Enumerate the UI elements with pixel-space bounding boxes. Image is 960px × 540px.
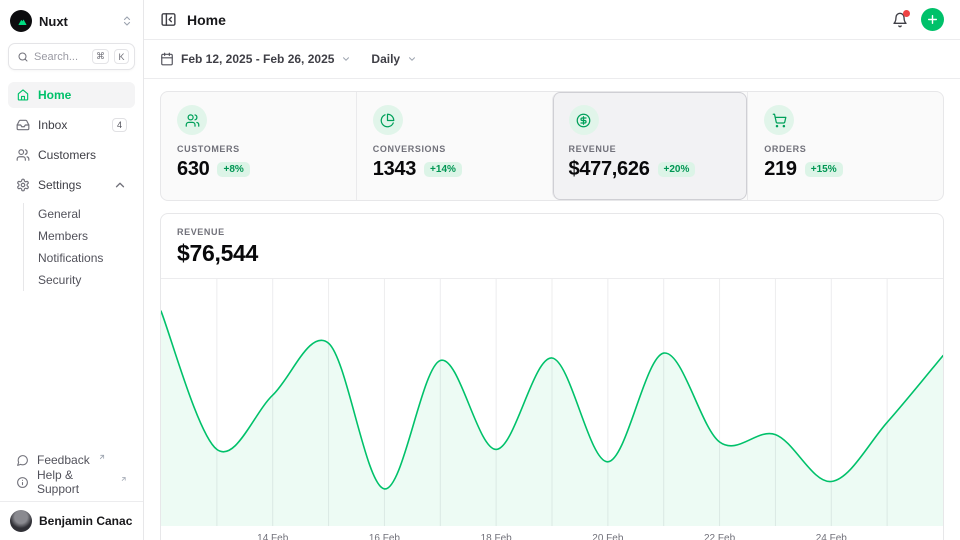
stat-value: 219: [764, 158, 796, 181]
workspace-switcher[interactable]: Nuxt: [0, 0, 143, 41]
chevron-down-icon: [341, 54, 351, 64]
inbox-count-badge: 4: [112, 118, 127, 133]
revenue-chart-panel: REVENUE $76,544 14 Feb 16 Feb 18 Feb 20 Feb…: [160, 213, 944, 540]
sidebar-item-label: Inbox: [38, 118, 67, 132]
x-tick-label: 18 Feb: [481, 533, 512, 540]
chevrons-up-down-icon: [121, 15, 133, 27]
sidebar-nav: Home Inbox 4 Customers Settings General …: [0, 82, 143, 292]
delta-badge: +8%: [217, 162, 249, 177]
info-circle-icon: [16, 476, 29, 489]
stat-value: $477,626: [569, 158, 650, 181]
gear-icon: [16, 178, 30, 192]
sidebar-item-settings[interactable]: Settings: [8, 172, 135, 198]
cart-icon: [764, 105, 794, 135]
dollar-circle-icon: [569, 105, 599, 135]
feedback-label: Feedback: [37, 453, 90, 467]
revenue-area-chart: [161, 279, 943, 526]
feedback-bubble-icon: [16, 454, 29, 467]
stat-card-customers[interactable]: CUSTOMERS 630 +8%: [161, 92, 356, 200]
stat-card-revenue[interactable]: REVENUE $477,626 +20%: [552, 92, 748, 200]
add-button[interactable]: [921, 8, 944, 31]
home-icon: [16, 88, 30, 102]
period-value: Daily: [371, 52, 400, 66]
workspace-name: Nuxt: [39, 14, 114, 29]
help-support-link[interactable]: Help & Support: [8, 471, 135, 493]
chart-x-axis: 14 Feb 16 Feb 18 Feb 20 Feb 22 Feb 24 Feb: [161, 526, 943, 540]
stat-card-conversions[interactable]: CONVERSIONS 1343 +14%: [356, 92, 552, 200]
chart-plot-area[interactable]: [161, 279, 943, 526]
sidebar-item-label: Home: [38, 88, 71, 102]
x-tick-label: 14 Feb: [257, 533, 288, 540]
chevron-down-icon: [407, 54, 417, 64]
date-range-value: Feb 12, 2025 - Feb 26, 2025: [181, 52, 334, 66]
user-avatar: [10, 510, 32, 532]
collapse-sidebar-button[interactable]: [160, 11, 177, 28]
sidebar-item-general[interactable]: General: [38, 203, 135, 225]
help-support-label: Help & Support: [37, 468, 112, 496]
sidebar-item-home[interactable]: Home: [8, 82, 135, 108]
nuxt-logo-icon: [10, 10, 32, 32]
delta-badge: +15%: [805, 162, 843, 177]
chart-header: REVENUE $76,544: [161, 214, 943, 279]
user-menu[interactable]: Benjamin Canac: [0, 501, 143, 540]
x-tick-label: 16 Feb: [369, 533, 400, 540]
plus-icon: [926, 13, 939, 26]
stat-value: 630: [177, 158, 209, 181]
delta-badge: +14%: [424, 162, 462, 177]
inbox-icon: [16, 118, 30, 132]
chart-current-value: $76,544: [177, 240, 927, 267]
x-tick-label: 24 Feb: [816, 533, 847, 540]
kbd-k: K: [114, 49, 129, 64]
chevron-up-icon: [113, 178, 127, 192]
main-area: Home Feb 12, 2025 - Feb 26, 2025 Daily: [144, 0, 960, 540]
stat-label: ORDERS: [764, 144, 927, 154]
panel-left-close-icon: [160, 11, 177, 28]
kbd-cmd: ⌘: [92, 49, 109, 64]
page-content: CUSTOMERS 630 +8% CONVERSIONS 1343 +14%: [144, 79, 960, 540]
pie-chart-icon: [373, 105, 403, 135]
search-input[interactable]: Search... ⌘ K: [8, 43, 135, 70]
sidebar: Nuxt Search... ⌘ K Home Inbox 4 Customer…: [0, 0, 144, 540]
x-tick-label: 20 Feb: [592, 533, 623, 540]
notifications-button[interactable]: [892, 12, 908, 28]
external-link-icon: [120, 475, 127, 483]
user-name: Benjamin Canac: [39, 514, 132, 528]
stat-label: CONVERSIONS: [373, 144, 536, 154]
stats-panel: CUSTOMERS 630 +8% CONVERSIONS 1343 +14%: [160, 91, 944, 201]
top-header: Home: [144, 0, 960, 40]
sidebar-spacer: [0, 292, 143, 449]
period-select[interactable]: Daily: [371, 52, 417, 66]
calendar-icon: [160, 52, 174, 66]
sidebar-item-label: Customers: [38, 148, 96, 162]
sidebar-item-inbox[interactable]: Inbox 4: [8, 112, 135, 138]
sidebar-item-label: Settings: [38, 178, 81, 192]
sidebar-item-notifications[interactable]: Notifications: [38, 247, 135, 269]
settings-sub-list: General Members Notifications Security: [23, 203, 135, 291]
delta-badge: +20%: [658, 162, 696, 177]
date-range-picker[interactable]: Feb 12, 2025 - Feb 26, 2025: [160, 52, 351, 66]
page-title: Home: [187, 12, 226, 28]
search-icon: [17, 51, 29, 63]
stat-card-orders[interactable]: ORDERS 219 +15%: [747, 92, 943, 200]
notification-dot: [903, 10, 910, 17]
header-actions: [892, 8, 944, 31]
sidebar-footer: Feedback Help & Support: [0, 449, 143, 501]
stat-value: 1343: [373, 158, 416, 181]
sidebar-item-customers[interactable]: Customers: [8, 142, 135, 168]
sidebar-item-security[interactable]: Security: [38, 269, 135, 291]
search-placeholder: Search...: [34, 51, 87, 63]
stat-label: REVENUE: [569, 144, 732, 154]
users-icon: [177, 105, 207, 135]
x-tick-label: 22 Feb: [704, 533, 735, 540]
chart-title: REVENUE: [177, 227, 927, 237]
sidebar-item-members[interactable]: Members: [38, 225, 135, 247]
external-link-icon: [98, 453, 106, 461]
filters-toolbar: Feb 12, 2025 - Feb 26, 2025 Daily: [144, 40, 960, 79]
stat-label: CUSTOMERS: [177, 144, 340, 154]
users-icon: [16, 148, 30, 162]
